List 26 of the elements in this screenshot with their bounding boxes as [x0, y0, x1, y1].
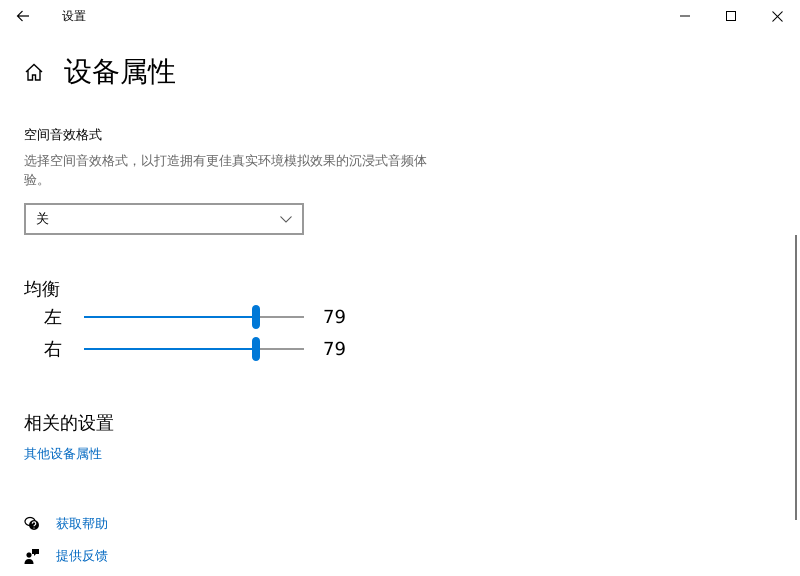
- home-icon: [24, 62, 44, 82]
- help-chat-icon: [24, 516, 40, 532]
- feedback-link[interactable]: 提供反馈: [56, 547, 108, 565]
- scrollbar[interactable]: [795, 235, 797, 520]
- maximize-icon: [726, 11, 736, 21]
- settings-link[interactable]: 其他设备属性: [24, 445, 102, 463]
- slider-value: 79: [323, 338, 346, 360]
- channel-label: 右: [43, 338, 63, 361]
- help-link[interactable]: 获取帮助: [56, 515, 108, 533]
- minimize-icon: [680, 15, 690, 17]
- slider-value: 79: [323, 306, 346, 328]
- slider-thumb[interactable]: [252, 305, 260, 329]
- slider-thumb[interactable]: [252, 337, 260, 361]
- window-title: 设置: [62, 8, 87, 24]
- chevron-down-icon: [280, 216, 292, 222]
- back-arrow-icon: [16, 10, 30, 22]
- home-button[interactable]: [24, 62, 44, 82]
- channel-label: 左: [43, 306, 63, 329]
- page-title: 设备属性: [64, 54, 176, 90]
- close-icon: [772, 10, 782, 22]
- person-feedback-icon: [24, 548, 40, 564]
- section-heading: 相关的设置: [24, 412, 115, 435]
- format-dropdown[interactable]: 关: [24, 203, 304, 235]
- description-text: 选择空间音效格式，以打造拥有更佳真实环境模拟效果的沉浸式音频体验。: [24, 153, 428, 190]
- section-heading: 均衡: [24, 278, 61, 301]
- section-label: 空间音效格式: [24, 127, 103, 144]
